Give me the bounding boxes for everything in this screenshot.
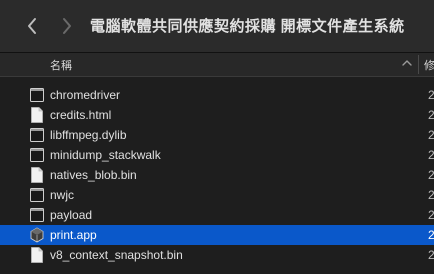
document-icon — [31, 247, 43, 263]
file-name: chromedriver — [50, 88, 121, 102]
file-row[interactable]: libffmpeg.dylib 2 — [0, 125, 434, 145]
file-date: 2 — [428, 108, 434, 122]
file-name: natives_blob.bin — [50, 168, 137, 182]
file-name: libffmpeg.dylib — [50, 128, 127, 142]
file-date: 2 — [428, 228, 434, 242]
window-title: 電腦軟體共同供應契約採購 開標文件產生系統 — [90, 18, 405, 35]
file-row[interactable]: minidump_stackwalk 2 — [0, 145, 434, 165]
file-date: 2 — [428, 128, 434, 142]
file-name: print.app — [50, 228, 97, 242]
column-divider[interactable] — [418, 55, 419, 74]
chevron-left-icon — [28, 18, 36, 34]
file-date: 2 — [428, 208, 434, 222]
file-date: 2 — [428, 148, 434, 162]
file-row[interactable]: credits.html 2 — [0, 105, 434, 125]
file-name: payload — [50, 208, 93, 222]
column-header: 名稱 修 — [0, 53, 434, 77]
date-modified-column-header[interactable]: 修 — [424, 57, 434, 73]
file-name: credits.html — [50, 108, 112, 122]
sort-chevron-up-icon[interactable] — [402, 59, 412, 67]
file-row[interactable]: v8_context_snapshot.bin 2 — [0, 245, 434, 265]
exec-icon — [30, 208, 44, 222]
file-date: 2 — [428, 248, 434, 262]
chevron-right-icon — [63, 18, 71, 34]
file-date: 2 — [428, 168, 434, 182]
name-column-header[interactable]: 名稱 — [50, 57, 72, 73]
finder-window: 電腦軟體共同供應契約採購 開標文件產生系統 名稱 修 chromedriver … — [0, 0, 434, 274]
app-icon — [30, 227, 44, 243]
forward-button[interactable] — [55, 14, 79, 38]
file-row[interactable]: natives_blob.bin 2 — [0, 165, 434, 185]
back-button[interactable] — [20, 14, 44, 38]
exec-icon — [30, 188, 44, 202]
exec-icon — [30, 148, 44, 162]
file-name: minidump_stackwalk — [50, 148, 161, 162]
file-row-selected[interactable]: print.app 2 — [0, 225, 434, 245]
file-row[interactable]: chromedriver 2 — [0, 85, 434, 105]
document-icon — [31, 107, 43, 123]
exec-icon — [30, 128, 44, 142]
file-list: chromedriver 2 credits.html 2 libffmpeg.… — [0, 85, 434, 265]
file-row[interactable]: payload 2 — [0, 205, 434, 225]
file-name: v8_context_snapshot.bin — [50, 248, 183, 262]
document-icon — [31, 167, 43, 183]
exec-icon — [30, 88, 44, 102]
toolbar: 電腦軟體共同供應契約採購 開標文件產生系統 — [0, 0, 434, 53]
file-date: 2 — [428, 88, 434, 102]
file-row[interactable]: nwjc 2 — [0, 185, 434, 205]
file-date: 2 — [428, 188, 434, 202]
file-name: nwjc — [50, 188, 75, 202]
